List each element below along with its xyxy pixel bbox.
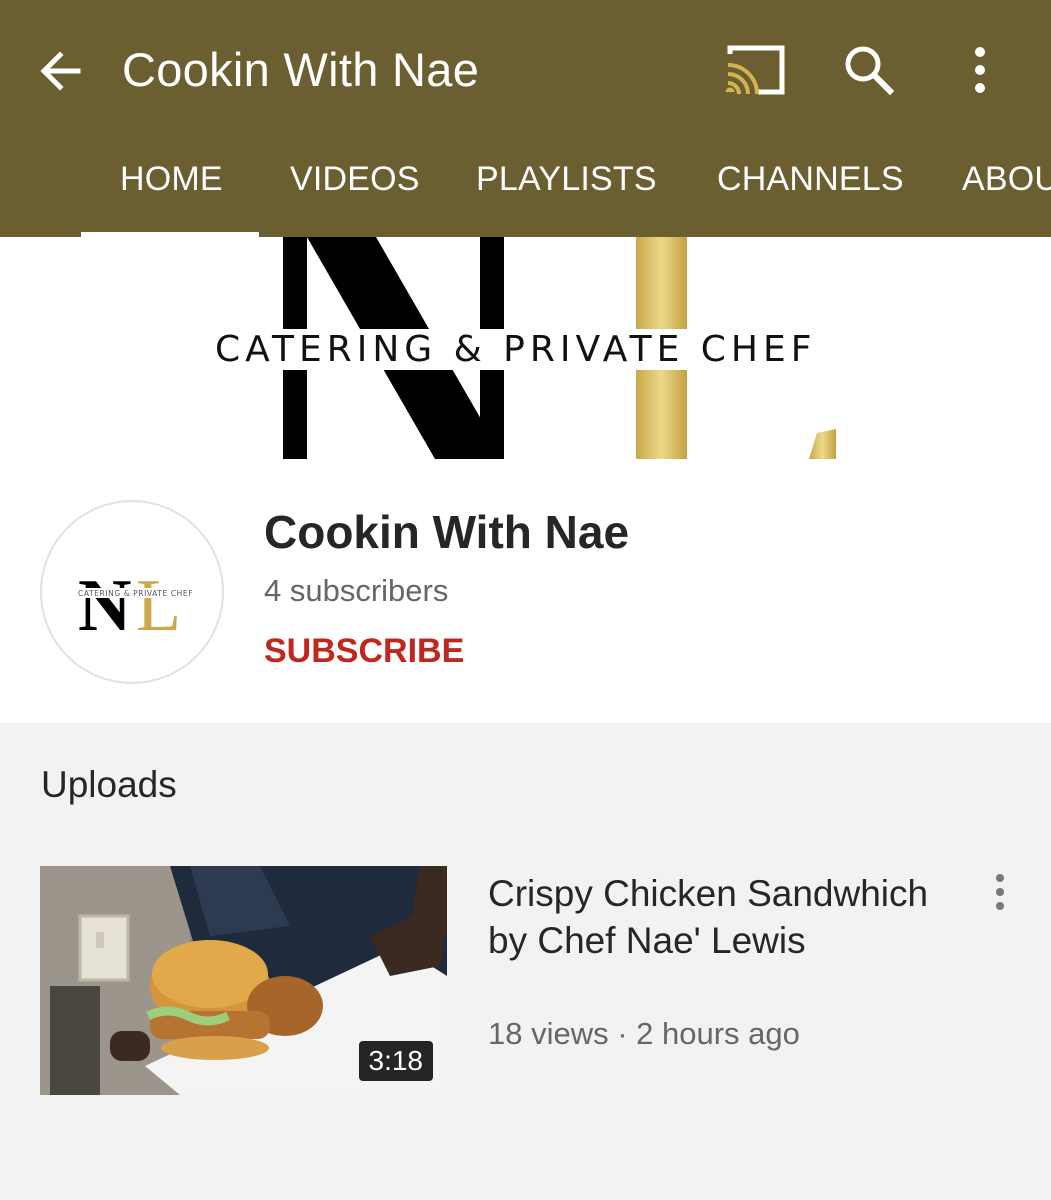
channel-name: Cookin With Nae bbox=[264, 506, 630, 558]
channel-page: Cookin With Nae HOME VIDEOS PLAYLISTS CH… bbox=[0, 0, 1051, 1200]
channel-avatar[interactable]: N L CATERING & PRIVATE CHEF bbox=[40, 500, 224, 684]
svg-text:N: N bbox=[78, 565, 131, 647]
app-title: Cookin With Nae bbox=[122, 43, 480, 96]
channel-tabs: HOME VIDEOS PLAYLISTS CHANNELS ABOUT bbox=[0, 140, 1051, 237]
cast-icon bbox=[725, 45, 785, 95]
video-options-button[interactable] bbox=[984, 870, 1016, 914]
more-options-button[interactable] bbox=[958, 40, 1002, 100]
cast-button[interactable] bbox=[724, 42, 788, 98]
search-icon bbox=[845, 46, 895, 96]
back-arrow-icon bbox=[40, 51, 81, 91]
search-button[interactable] bbox=[838, 40, 898, 100]
subscribe-button[interactable]: SUBSCRIBE bbox=[264, 632, 464, 671]
back-button[interactable] bbox=[36, 46, 86, 96]
video-list-item[interactable]: 3:18 Crispy Chicken Sandwhich by Chef Na… bbox=[0, 866, 1051, 1096]
svg-text:L: L bbox=[136, 565, 181, 647]
more-vert-icon bbox=[996, 874, 1004, 910]
uploads-heading[interactable]: Uploads bbox=[41, 764, 177, 806]
avatar-tagline: CATERING & PRIVATE CHEF bbox=[78, 589, 193, 598]
tab-videos[interactable]: VIDEOS bbox=[290, 160, 420, 199]
video-duration: 3:18 bbox=[358, 1041, 433, 1081]
tab-channels[interactable]: CHANNELS bbox=[717, 160, 904, 199]
app-bar: Cookin With Nae HOME VIDEOS PLAYLISTS CH… bbox=[0, 0, 1051, 237]
tab-playlists[interactable]: PLAYLISTS bbox=[476, 160, 657, 199]
banner-tagline: CATERING & PRIVATE CHEF bbox=[213, 329, 817, 370]
toolbar: Cookin With Nae bbox=[0, 0, 1051, 140]
tab-about[interactable]: ABOUT bbox=[962, 160, 1051, 199]
channel-logo-image: N L CATERING & PRIVATE CHEF bbox=[76, 565, 193, 647]
video-thumbnail[interactable]: 3:18 bbox=[40, 866, 447, 1095]
subscriber-count: 4 subscribers bbox=[264, 573, 449, 608]
video-metadata: 18 views · 2 hours ago bbox=[488, 1016, 800, 1051]
more-vert-icon bbox=[975, 47, 985, 93]
tab-home[interactable]: HOME bbox=[120, 160, 223, 199]
video-title[interactable]: Crispy Chicken Sandwhich by Chef Nae' Le… bbox=[488, 870, 958, 964]
